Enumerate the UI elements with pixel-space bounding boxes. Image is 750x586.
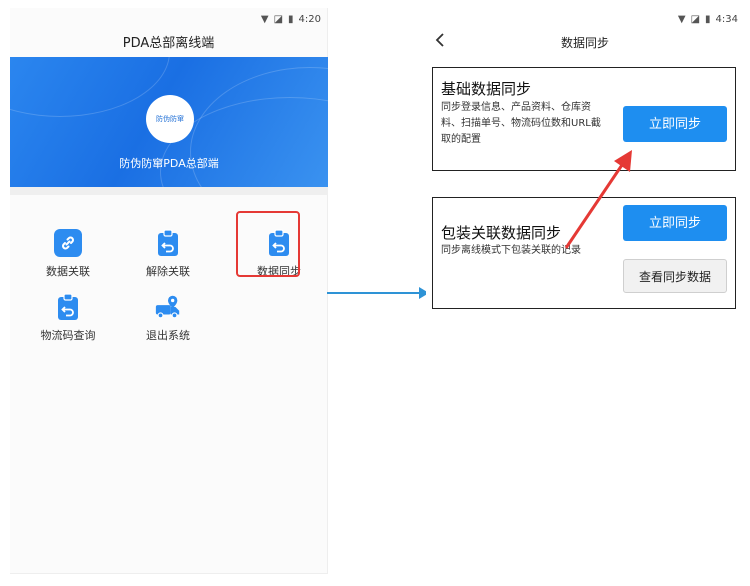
annotation-arrow-icon	[564, 150, 632, 249]
